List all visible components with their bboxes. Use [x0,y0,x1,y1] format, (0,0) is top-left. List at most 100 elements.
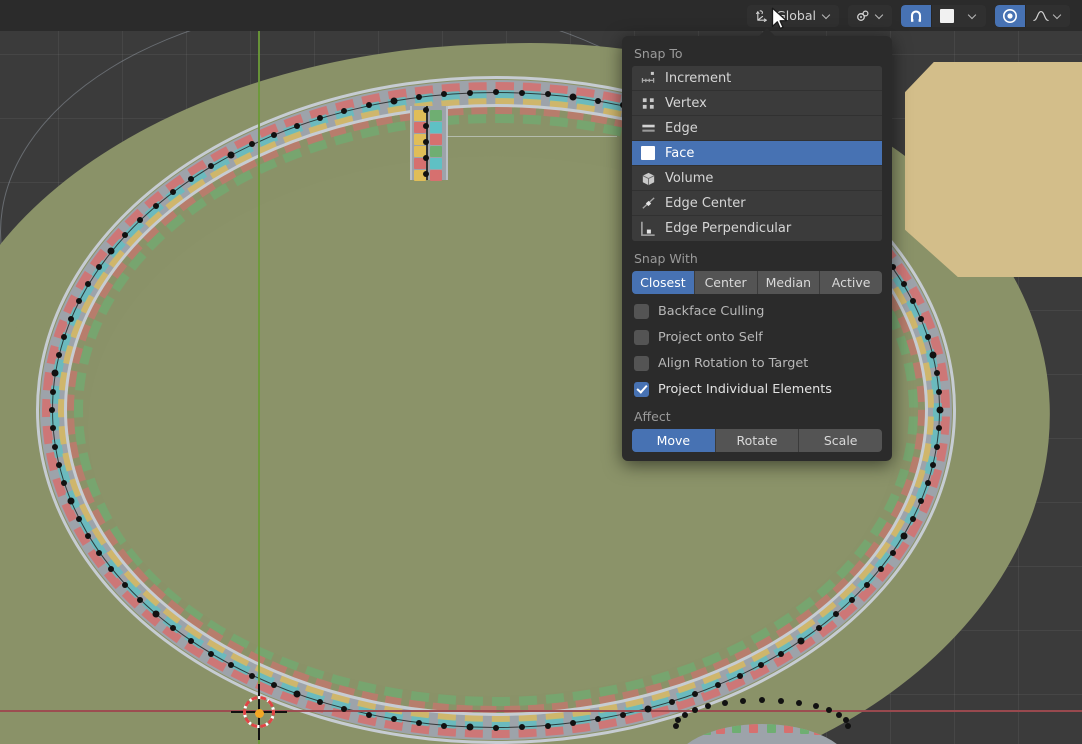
transform-orientation-group[interactable]: Global [747,4,839,27]
snap-mode-button[interactable] [932,4,962,27]
mesh-vertex [812,702,819,709]
mesh-vertex [925,333,932,340]
project-individual-elements-checkbox[interactable] [634,381,649,397]
pivot-point-group[interactable] [848,4,892,27]
snap-settings-dropdown[interactable] [962,4,986,27]
mesh-vertex [365,102,372,109]
mesh-vertex [188,175,195,182]
mesh-vertex [675,717,682,724]
snap-to-item-label: Vertex [665,95,707,111]
mesh-vertex [136,596,143,603]
mesh-vertex [815,625,822,632]
proportional-edit-toggle[interactable] [995,4,1025,27]
mesh-vertex [900,532,908,540]
mesh-vertex [466,723,474,731]
mesh-vertex [910,515,917,522]
3d-viewport[interactable] [0,0,1082,744]
proportional-editing-group[interactable] [995,4,1070,27]
mesh-vertex [826,706,833,713]
snap-with-center[interactable]: Center [694,271,758,294]
pivot-point-button[interactable] [848,4,892,27]
snap-with-median[interactable]: Median [757,271,821,294]
mesh-vertex [49,407,55,413]
snap-to-item-face[interactable]: Face [632,141,882,166]
mesh-vertex [75,515,82,522]
mesh-vertex [930,462,937,469]
mesh-vertex [271,131,277,138]
snap-to-list[interactable]: Increment Vertex Edge Face Volume Edge C… [632,66,882,241]
increment-icon [638,68,658,88]
curb-block [430,170,442,181]
curb-block [430,134,442,145]
mesh-vertex [595,97,602,104]
snap-with-section-label: Snap With [634,251,698,266]
snap-to-item-label: Increment [665,70,732,86]
snap-to-item-label: Edge [665,120,698,136]
mesh-vertex [207,650,214,657]
mesh-vertex [423,171,429,177]
mesh-vertex [918,498,925,505]
mesh-vertex [207,163,214,170]
snap-to-item-edge-center[interactable]: Edge Center [632,191,882,216]
snap-with-closest[interactable]: Closest [632,271,695,294]
affect-segmented-control[interactable]: Move Rotate Scale [632,429,882,452]
mesh-vertex [423,123,429,129]
curb-block [690,726,700,736]
mesh-vertex [423,155,429,161]
snap-to-item-label: Volume [665,170,714,186]
snap-magnet-toggle[interactable] [901,4,931,27]
snap-settings-popover[interactable]: Snap To Increment Vertex Edge Face Volum… [622,28,892,461]
snap-to-item-edge[interactable]: Edge [632,116,882,141]
checkbox-row-project-individual-elements[interactable]: Project Individual Elements [622,376,892,402]
affect-scale[interactable]: Scale [799,429,882,452]
mesh-vertex [758,662,765,669]
proportional-falloff-button[interactable] [1026,4,1070,27]
snapping-group[interactable] [901,4,986,27]
proportional-edit-icon [1002,8,1018,24]
mesh-vertex [668,698,675,705]
snap-with-segmented-control[interactable]: Closest Center Median Active [632,271,882,294]
mesh-vertex [845,723,851,729]
mesh-vertex [67,315,74,322]
mesh-vertex [910,298,917,305]
snap-to-item-edge-perpendicular[interactable]: Edge Perpendicular [632,216,882,241]
proportional-rings-icon [855,8,871,24]
snap-to-item-volume[interactable]: Volume [632,166,882,191]
curb-block [814,725,824,735]
face-icon [638,143,658,163]
align-rotation-to-target-checkbox[interactable] [634,355,649,371]
snap-with-active[interactable]: Active [820,271,882,294]
mesh-vertex [52,443,58,450]
mesh-vertex [918,315,925,322]
track-bottom-segment [672,724,852,744]
mesh-vertex [849,596,856,603]
checkbox-row-backface-culling[interactable]: Backface Culling [622,298,892,324]
affect-move[interactable]: Move [632,429,716,452]
affect-rotate[interactable]: Rotate [715,429,800,452]
snap-to-item-vertex[interactable]: Vertex [632,91,882,116]
checkbox-row-align-rotation-to-target[interactable]: Align Rotation to Target [622,350,892,376]
mesh-vertex [227,662,234,669]
volume-icon [638,168,658,188]
backface-culling-checkbox[interactable] [634,303,649,319]
mesh-vertex [544,722,551,729]
smooth-falloff-icon [1033,8,1049,24]
mesh-vertex [341,705,348,712]
mesh-vertex [441,91,448,98]
transform-orientation-button[interactable]: Global [747,4,839,27]
mesh-vertex [900,281,907,288]
mesh-vertex [49,388,56,395]
snap-to-item-increment[interactable]: Increment [632,66,882,91]
mesh-vertex [936,388,943,395]
project-onto-self-checkbox[interactable] [634,329,649,345]
mesh-vertex [85,281,92,288]
curb-block [701,725,711,735]
face-snap-icon [939,8,955,24]
project-individual-elements-label: Project Individual Elements [658,381,832,397]
mesh-vertex [67,497,75,505]
checkbox-row-project-onto-self[interactable]: Project onto Self [622,324,892,350]
curb-block [749,724,759,734]
mesh-vertex [365,711,372,718]
curb-block [430,146,442,157]
mesh-vertex [467,89,474,96]
